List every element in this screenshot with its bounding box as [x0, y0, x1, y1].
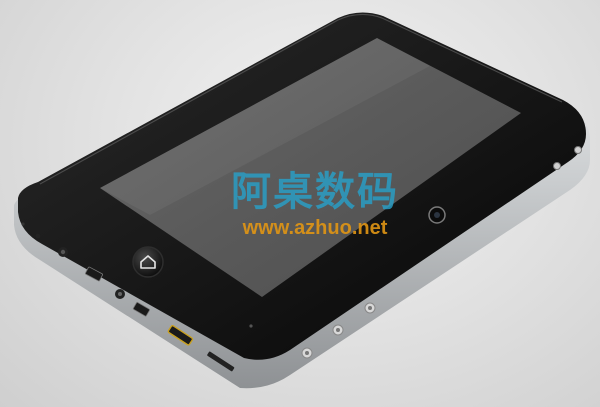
- tablet-illustration: [14, 12, 590, 389]
- mic-hole: [21, 222, 25, 226]
- camera-lens: [434, 212, 440, 218]
- dc-power-port: [115, 289, 125, 299]
- indicator-light: [249, 324, 253, 328]
- power-button[interactable]: [364, 302, 376, 314]
- home-button[interactable]: [132, 246, 164, 278]
- product-photo: 阿桌数码 www.azhuo.net: [0, 0, 600, 407]
- headphone-jack: [58, 247, 68, 257]
- volume-down-button[interactable]: [332, 324, 344, 336]
- reset-hole: [35, 233, 41, 239]
- volume-up-button[interactable]: [301, 347, 313, 359]
